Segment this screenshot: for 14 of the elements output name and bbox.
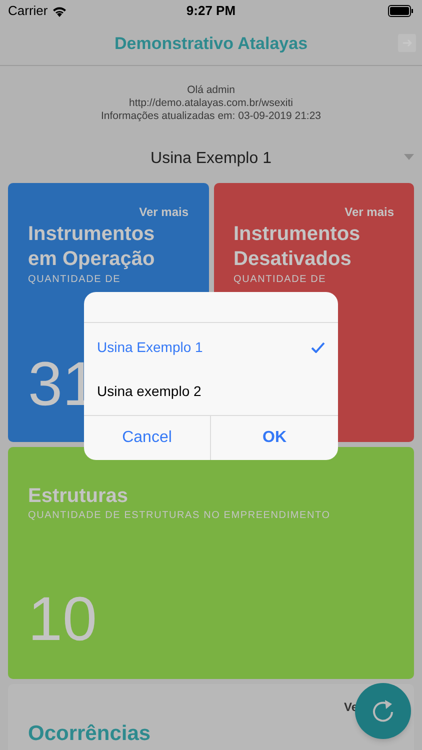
card-title: Ocorrências (28, 721, 152, 747)
app-title: Demonstrativo Atalayas (114, 32, 308, 55)
card-title: Estruturas (28, 484, 130, 509)
clock: 9:27 PM (186, 2, 236, 20)
card-subtitle: QUANTIDADE DE (28, 273, 122, 286)
card-count: 10 (28, 589, 97, 651)
card-subtitle: QUANTIDADE DE (234, 273, 328, 286)
server-url: http://demo.atalayas.com.br/wsexiti (129, 97, 293, 110)
update-time: Informações atualizadas em: 03-09-2019 21:23 (100, 110, 322, 123)
card-title: Instrumentos Desativados (234, 222, 362, 272)
carrier-label: Carrier (8, 2, 48, 20)
card-title: Instrumentos em Operação (28, 222, 156, 272)
greeting-text: Olá admin (187, 84, 235, 97)
card-subtitle: QUANTIDADE DE ESTRUTURAS NO EMPREENDIMENTO (28, 509, 332, 522)
